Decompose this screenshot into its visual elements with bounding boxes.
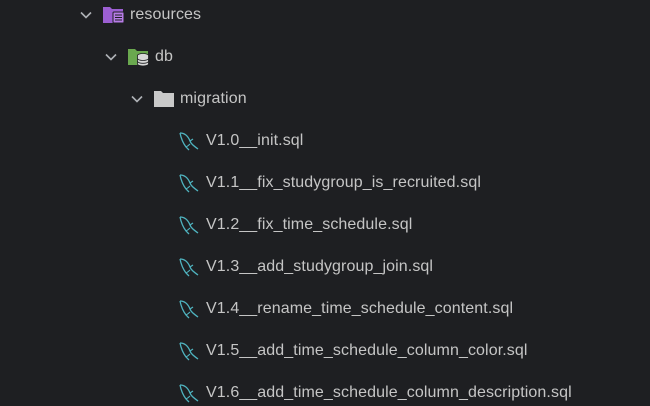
file-label: V1.4__rename_time_schedule_content.sql	[206, 300, 514, 317]
file-item[interactable]: V1.0__init.sql	[0, 125, 650, 167]
mysql-dolphin-icon	[179, 258, 199, 277]
file-label: V1.5__add_time_schedule_column_color.sql	[206, 342, 528, 359]
file-item[interactable]: V1.2__fix_time_schedule.sql	[0, 209, 650, 251]
mysql-dolphin-icon	[179, 342, 199, 361]
file-label: V1.1__fix_studygroup_is_recruited.sql	[206, 174, 481, 191]
chevron-down-icon[interactable]	[79, 8, 93, 22]
tree-node-resources[interactable]: resources	[0, 0, 650, 41]
tree-node-label: resources	[130, 6, 202, 23]
tree-node-migration[interactable]: migration	[0, 83, 650, 125]
file-label: V1.3__add_studygroup_join.sql	[206, 258, 434, 275]
mysql-dolphin-icon	[179, 300, 199, 319]
file-item[interactable]: V1.5__add_time_schedule_column_color.sql	[0, 335, 650, 377]
mysql-dolphin-icon	[179, 384, 199, 403]
database-folder-icon	[128, 49, 149, 67]
chevron-down-icon[interactable]	[104, 50, 118, 64]
folder-icon	[154, 91, 174, 107]
file-label: V1.2__fix_time_schedule.sql	[206, 216, 413, 233]
file-label: V1.0__init.sql	[206, 132, 304, 149]
file-label: V1.6__add_time_schedule_column_descripti…	[206, 384, 572, 401]
tree-node-db[interactable]: db	[0, 41, 650, 83]
tree-node-label: db	[155, 48, 173, 65]
project-file-tree: resources db migration V1.0__init.sql V1…	[0, 0, 650, 406]
mysql-dolphin-icon	[179, 216, 199, 235]
mysql-dolphin-icon	[179, 132, 199, 151]
chevron-down-icon[interactable]	[130, 92, 144, 106]
resources-folder-icon	[103, 7, 125, 24]
file-item[interactable]: V1.3__add_studygroup_join.sql	[0, 251, 650, 293]
file-item[interactable]: V1.1__fix_studygroup_is_recruited.sql	[0, 167, 650, 209]
mysql-dolphin-icon	[179, 174, 199, 193]
tree-node-label: migration	[180, 90, 247, 107]
file-item[interactable]: V1.4__rename_time_schedule_content.sql	[0, 293, 650, 335]
file-item[interactable]: V1.6__add_time_schedule_column_descripti…	[0, 377, 650, 406]
